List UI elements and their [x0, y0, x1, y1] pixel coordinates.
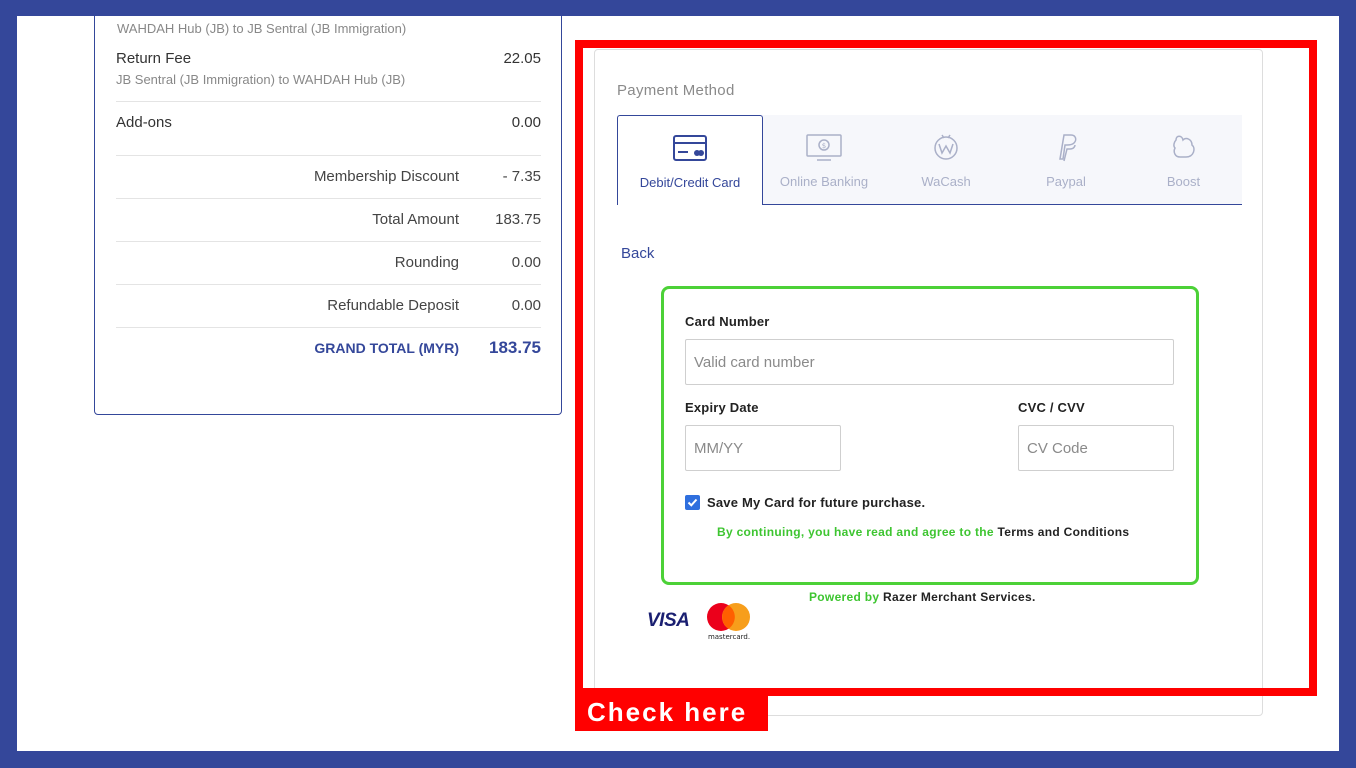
- checkmark-icon: [687, 498, 698, 507]
- membership-discount-value: - 7.35: [502, 168, 541, 185]
- back-link[interactable]: Back: [621, 245, 654, 262]
- total-amount-label: Total Amount: [372, 211, 459, 228]
- tab-debit-credit-card[interactable]: Debit/Credit Card: [617, 115, 763, 205]
- svg-text:$: $: [822, 142, 826, 150]
- mastercard-logo: mastercard.: [707, 603, 750, 641]
- wacash-icon: [926, 129, 966, 165]
- paypal-icon: [1046, 129, 1086, 165]
- return-fee-label: Return Fee: [116, 50, 192, 67]
- tab-label: Boost: [1166, 174, 1201, 189]
- membership-discount-label: Membership Discount: [313, 168, 459, 185]
- return-fee-row: Return Fee JB Sentral (JB Immigration) t…: [116, 38, 541, 102]
- page-canvas: WAHDAH Hub (JB) to JB Sentral (JB Immigr…: [17, 16, 1339, 751]
- total-amount-value: 183.75: [495, 211, 541, 228]
- terms-consent-text: By continuing, you have read and agree t…: [717, 525, 1129, 539]
- powered-prefix: Powered by: [809, 590, 883, 604]
- consent-prefix: By continuing, you have read and agree t…: [717, 525, 998, 539]
- addons-label: Add-ons: [116, 114, 172, 131]
- refundable-deposit-label: Refundable Deposit: [327, 297, 459, 314]
- tab-online-banking[interactable]: $ Online Banking: [763, 115, 885, 204]
- tab-label: Debit/Credit Card: [639, 175, 741, 190]
- card-number-label: Card Number: [685, 314, 770, 329]
- tab-boost[interactable]: Boost: [1125, 115, 1242, 204]
- grand-total-row: GRAND TOTAL (MYR) 183.75: [116, 328, 541, 376]
- grand-total-value: 183.75: [489, 338, 541, 357]
- expiry-date-label: Expiry Date: [685, 400, 759, 415]
- tab-wacash[interactable]: WaCash: [885, 115, 1007, 204]
- online-banking-icon: $: [804, 129, 844, 165]
- return-fee-route: JB Sentral (JB Immigration) to WAHDAH Hu…: [116, 72, 406, 87]
- refundable-deposit-value: 0.00: [511, 297, 541, 314]
- powered-name: Razer Merchant Services.: [883, 590, 1036, 604]
- payment-tabs: Debit/Credit Card $ Online Banking WaCas…: [617, 115, 1242, 205]
- mastercard-wordmark: mastercard.: [708, 633, 750, 641]
- membership-discount-row: Membership Discount - 7.35: [116, 156, 541, 199]
- expiry-date-input[interactable]: [685, 425, 841, 471]
- return-fee-value: 22.05: [503, 50, 541, 67]
- refundable-deposit-row: Refundable Deposit 0.00: [116, 285, 541, 328]
- rounding-label: Rounding: [394, 254, 459, 271]
- tab-paypal[interactable]: Paypal: [1007, 115, 1125, 204]
- credit-card-icon: [670, 130, 710, 166]
- payment-method-title: Payment Method: [617, 82, 735, 99]
- cvc-label: CVC / CVV: [1018, 400, 1085, 415]
- save-card-label: Save My Card for future purchase.: [707, 495, 926, 510]
- card-number-input[interactable]: [685, 339, 1174, 385]
- grand-total-label: GRAND TOTAL (MYR): [314, 340, 459, 356]
- save-card-checkbox[interactable]: [685, 495, 700, 510]
- cvc-input[interactable]: [1018, 425, 1174, 471]
- powered-by-text: Powered by Razer Merchant Services.: [809, 590, 1036, 604]
- tab-label: WaCash: [921, 174, 971, 189]
- terms-link[interactable]: Terms and Conditions: [998, 525, 1130, 539]
- card-details-form: Card Number Expiry Date CVC / CVV Save M…: [661, 286, 1199, 585]
- payment-method-card: Payment Method Debit/Credit Card $ Onlin…: [594, 49, 1263, 716]
- boost-icon: [1164, 129, 1204, 165]
- rounding-row: Rounding 0.00: [116, 242, 541, 285]
- addons-row: Add-ons 0.00: [116, 102, 541, 156]
- visa-logo: VISA: [647, 610, 690, 631]
- rounding-value: 0.00: [511, 254, 541, 271]
- tab-label: Online Banking: [779, 174, 869, 189]
- booking-summary-card: WAHDAH Hub (JB) to JB Sentral (JB Immigr…: [94, 16, 562, 415]
- outbound-route-text: WAHDAH Hub (JB) to JB Sentral (JB Immigr…: [117, 21, 407, 36]
- check-here-label: Check here: [575, 694, 768, 731]
- total-amount-row: Total Amount 183.75: [116, 199, 541, 242]
- addons-value: 0.00: [511, 114, 541, 131]
- tab-label: Paypal: [1046, 174, 1086, 189]
